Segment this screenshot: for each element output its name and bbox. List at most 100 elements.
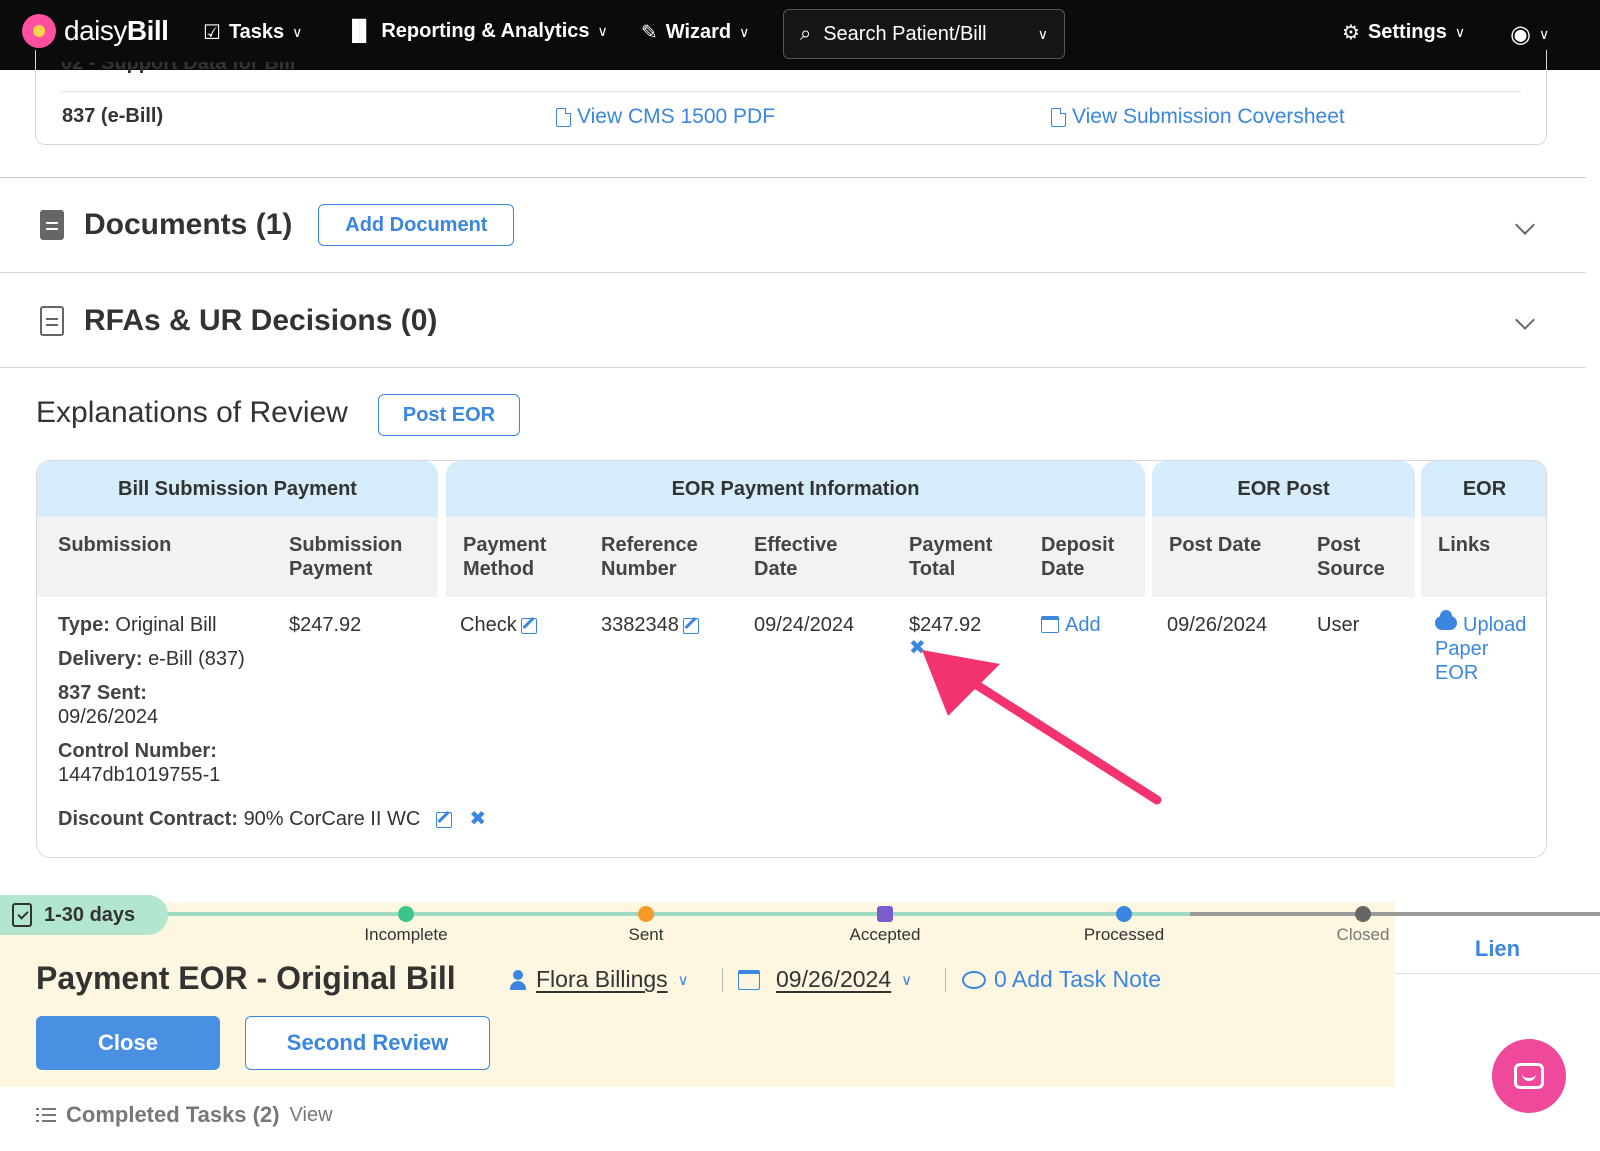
daisybill-logo[interactable]: daisyBill (22, 14, 169, 48)
view-coversheet-link[interactable]: View Submission Coversheet (1051, 105, 1345, 129)
add-task-note-link[interactable]: 0 Add Task Note (962, 966, 1161, 993)
list-icon (36, 1107, 56, 1123)
chevron-down-icon[interactable] (1515, 310, 1535, 330)
step-label-incomplete: Incomplete (364, 925, 448, 944)
group-header-eor-payment: EOR Payment Information (446, 461, 1145, 517)
nav-settings[interactable]: ⚙ Settings ∨ (1342, 20, 1465, 45)
col-reference-number: Reference Number (601, 534, 698, 580)
bar-chart-icon: ▐▌ (345, 20, 374, 42)
submission-delivery: Delivery: e-Bill (837) (58, 648, 245, 670)
documents-title: Documents (1) (84, 208, 293, 241)
divider (722, 968, 723, 992)
chevron-down-icon: ∨ (1454, 24, 1466, 40)
post-source-value: User (1317, 614, 1360, 636)
effective-date-value: 09/24/2024 (754, 614, 855, 636)
post-eor-button[interactable]: Post EOR (378, 394, 520, 436)
pdf-file-icon (556, 107, 571, 127)
chevron-down-icon: ∨ (292, 24, 303, 40)
logo-text-bold: Bill (126, 15, 169, 46)
assignee-name: Flora Billings (536, 966, 668, 992)
completed-tasks-label: Completed Tasks (2) (66, 1102, 280, 1127)
step-label-processed: Processed (1083, 925, 1165, 944)
remove-icon[interactable]: ✖ (469, 808, 486, 830)
chevron-down-icon: ∨ (901, 971, 913, 989)
view-cms-1500-link[interactable]: View CMS 1500 PDF (556, 105, 775, 129)
edit-icon[interactable] (682, 617, 699, 634)
divider (0, 367, 1586, 368)
divider (0, 177, 1586, 178)
second-review-button[interactable]: Second Review (245, 1016, 490, 1070)
nav-reporting[interactable]: ▐▌ Reporting & Analytics ∨ (345, 20, 608, 43)
step-accepted-checkbox-icon (877, 906, 893, 922)
group-header-eor-post: EOR Post (1152, 461, 1415, 517)
edit-icon[interactable] (435, 811, 452, 828)
progress-track (160, 912, 1368, 916)
upload-paper-eor-link[interactable]: Upload Paper EOR (1435, 610, 1526, 685)
step-sent-arrow-icon (638, 906, 654, 922)
gear-icon: ⚙ (1342, 22, 1360, 44)
user-menu[interactable]: ◉ ∨ (1510, 20, 1549, 49)
chevron-down-icon: ∨ (1538, 26, 1550, 42)
chevron-down-icon: ∨ (739, 24, 750, 40)
nav-tasks[interactable]: ☑ Tasks ∨ (203, 20, 302, 45)
col-payment-total: Payment Total (909, 534, 993, 580)
chevron-down-icon[interactable] (1515, 215, 1535, 235)
pdf-file-icon (1051, 107, 1066, 127)
progress-track-remaining (1190, 912, 1600, 916)
edit-icon[interactable] (520, 617, 537, 634)
submission-type: Type: Original Bill (58, 614, 217, 636)
calendar-icon (738, 969, 760, 990)
step-closed-dot-icon (1355, 906, 1371, 922)
user-circle-icon: ◉ (1510, 21, 1531, 48)
col-submission-payment: Submission Payment (289, 534, 403, 580)
group-header-eor: EOR (1421, 461, 1546, 517)
reference-number-value: 3382348 (601, 613, 699, 637)
nav-tasks-label: Tasks (228, 21, 285, 43)
documents-section[interactable]: Documents (1) Add Document (40, 204, 515, 246)
nav-reporting-label: Reporting & Analytics (381, 20, 590, 42)
chat-launcher-button[interactable] (1492, 1039, 1566, 1113)
col-deposit-date: Deposit Date (1041, 534, 1115, 580)
step-label-accepted: Accepted (849, 925, 921, 944)
chevron-down-icon: ∨ (677, 971, 689, 989)
submission-control-number: Control Number: 1447db1019755-1 (58, 740, 221, 786)
chat-icon (1514, 1063, 1544, 1089)
col-post-source: Post Source (1317, 534, 1385, 580)
col-submission: Submission (58, 534, 172, 556)
annotation-arrow (922, 650, 1162, 805)
calendar-icon (1041, 616, 1059, 633)
due-date-value: 09/26/2024 (776, 966, 892, 992)
chevron-down-icon: ∨ (597, 23, 608, 39)
magic-wand-icon: ✎ (641, 22, 658, 44)
clipboard-check-icon (12, 903, 32, 927)
completed-tasks-view-link[interactable]: View (290, 1104, 333, 1127)
step-label-sent: Sent (628, 925, 664, 944)
assignee-dropdown[interactable]: Flora Billings ∨ (510, 966, 689, 993)
post-date-value: 09/26/2024 (1167, 614, 1268, 636)
view-cms-1500-label: View CMS 1500 PDF (577, 105, 776, 128)
task-title: Payment EOR - Original Bill (36, 960, 456, 996)
step-label-closed: Closed (1336, 925, 1390, 944)
user-icon (510, 969, 526, 990)
close-task-button[interactable]: Close (36, 1016, 220, 1070)
nav-wizard[interactable]: ✎ Wizard ∨ (641, 20, 749, 45)
divider (61, 91, 1521, 92)
col-effective-date: Effective Date (754, 534, 838, 580)
add-deposit-date-link[interactable]: Add (1041, 613, 1101, 637)
col-links: Links (1438, 534, 1491, 556)
eor-title: Explanations of Review (36, 396, 348, 429)
col-payment-method: Payment Method (463, 534, 547, 580)
add-document-button[interactable]: Add Document (318, 204, 515, 246)
add-task-note-label: 0 Add Task Note (994, 966, 1162, 992)
completed-tasks[interactable]: Completed Tasks (2) View (36, 1102, 333, 1128)
col-post-date: Post Date (1169, 534, 1262, 556)
rfas-section[interactable]: RFAs & UR Decisions (0) (40, 304, 437, 338)
view-coversheet-label: View Submission Coversheet (1072, 105, 1345, 128)
chevron-down-icon: ∨ (1037, 25, 1048, 42)
search-icon: ⌕ (800, 22, 812, 45)
pdf-document-icon (40, 210, 64, 240)
due-date-dropdown[interactable]: 09/26/2024 ∨ (738, 966, 912, 993)
rfas-title: RFAs & UR Decisions (0) (84, 304, 438, 337)
step-incomplete-check-icon (398, 906, 414, 922)
daisy-logo-icon (22, 14, 56, 48)
